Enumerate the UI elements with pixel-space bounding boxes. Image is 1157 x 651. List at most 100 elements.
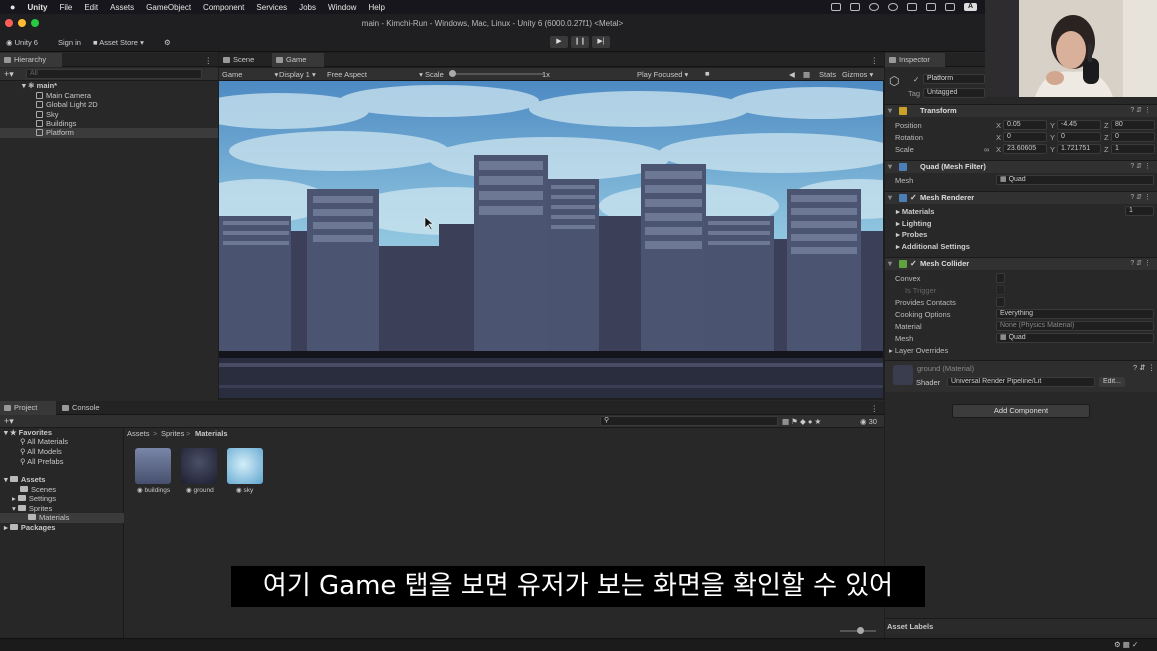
step-button[interactable]: ▶|: [592, 36, 610, 48]
status-icons[interactable]: ⚙ ▦ ✓: [1114, 640, 1138, 649]
component-menu-icons[interactable]: ? ⇵ ⋮: [1130, 258, 1151, 270]
hierarchy-search-input[interactable]: All: [26, 69, 202, 79]
project-search-input[interactable]: ⚲: [600, 416, 778, 426]
scale-slider[interactable]: [449, 70, 544, 77]
collider-mesh-field[interactable]: ▦ Quad: [996, 333, 1154, 343]
scale-x-field[interactable]: 23.60605: [1003, 144, 1047, 154]
screen-icon[interactable]: [831, 3, 841, 11]
component-menu-icons[interactable]: ? ⇵ ⋮: [1130, 105, 1151, 117]
audio-icon[interactable]: ◀: [789, 70, 795, 79]
transform-header[interactable]: ▾ Transform ? ⇵ ⋮: [885, 104, 1157, 117]
panel-menu-icon[interactable]: ⋮: [205, 56, 213, 65]
tag-dropdown[interactable]: Untagged: [923, 88, 985, 98]
tab-project[interactable]: Project: [0, 401, 56, 415]
breadcrumb-materials[interactable]: Materials: [195, 429, 228, 438]
menu-edit[interactable]: Edit: [84, 3, 98, 12]
lighting-foldout[interactable]: ▸ Lighting: [896, 219, 931, 228]
mesh-renderer-header[interactable]: ▾ ✓ Mesh Renderer ? ⇵ ⋮: [885, 191, 1157, 204]
shader-dropdown[interactable]: Universal Render Pipeline/Lit: [947, 377, 1095, 387]
thumbnail-size-thumb[interactable]: [857, 627, 864, 634]
menu-app-unity[interactable]: Unity: [27, 3, 47, 12]
breadcrumb-assets[interactable]: Assets: [127, 429, 150, 438]
component-menu-icons[interactable]: ? ⇵ ⋮: [1130, 161, 1151, 173]
game-mode-dropdown[interactable]: Game ▾: [222, 70, 278, 79]
position-x-field[interactable]: 0.05: [1003, 120, 1047, 130]
enabled-checkbox[interactable]: ✓: [910, 258, 917, 270]
tab-scene[interactable]: Scene: [219, 53, 271, 67]
tab-console[interactable]: Console: [58, 401, 114, 415]
tab-inspector[interactable]: Inspector: [885, 53, 945, 67]
probes-foldout[interactable]: ▸ Probes: [896, 230, 927, 239]
display-dropdown[interactable]: Display 1 ▾: [279, 70, 316, 79]
stats-button[interactable]: Stats: [819, 70, 836, 79]
play-focused-dropdown[interactable]: Play Focused ▾: [637, 70, 688, 79]
material-thumb-buildings[interactable]: [135, 448, 171, 484]
project-filter-icons[interactable]: ▦ ⚑ ◆ ● ★: [782, 417, 821, 426]
panel-menu-icon[interactable]: ⋮: [871, 404, 879, 413]
constrain-proportions-icon[interactable]: ∞: [984, 145, 989, 154]
aspect-dropdown[interactable]: Free Aspect ▾: [327, 70, 423, 79]
packages-foldout[interactable]: ▸ Packages: [4, 523, 55, 532]
scale-y-field[interactable]: 1.721751: [1057, 144, 1101, 154]
menu-window[interactable]: Window: [328, 3, 356, 12]
is-trigger-checkbox[interactable]: [996, 285, 1005, 295]
panel-menu-icon[interactable]: ⋮: [871, 56, 879, 65]
tab-hierarchy[interactable]: Hierarchy: [0, 53, 62, 67]
material-label-ground[interactable]: ◉ ground: [186, 486, 214, 494]
sign-in-button[interactable]: Sign in: [58, 38, 81, 47]
folder-scenes[interactable]: Scenes: [20, 485, 56, 494]
minimize-window-icon[interactable]: [18, 19, 26, 27]
convex-checkbox[interactable]: [996, 273, 1005, 283]
add-object-button[interactable]: +▾: [4, 69, 14, 80]
hierarchy-item-platform[interactable]: Platform: [0, 128, 218, 138]
thumbnail-size-slider[interactable]: [840, 627, 876, 634]
grid-icon[interactable]: ▦: [803, 70, 810, 79]
bluetooth-icon[interactable]: [945, 3, 955, 11]
fav-all-models[interactable]: ⚲ All Models: [20, 447, 62, 456]
material-label-buildings[interactable]: ◉ buildings: [137, 486, 170, 494]
add-component-button[interactable]: Add Component: [952, 404, 1090, 418]
hierarchy-item-sky[interactable]: Sky: [36, 110, 59, 119]
record-icon[interactable]: [888, 3, 898, 11]
position-y-field[interactable]: -4.45: [1057, 120, 1101, 130]
menu-gameobject[interactable]: GameObject: [146, 3, 191, 12]
mute-toggle-icon[interactable]: ■: [705, 69, 710, 78]
unity-account-button[interactable]: ◉ Unity 6: [6, 38, 38, 47]
folder-settings[interactable]: ▸ Settings: [12, 494, 56, 503]
rotation-x-field[interactable]: 0: [1003, 132, 1047, 142]
material-menu-icons[interactable]: ? ⇵ ⋮: [1133, 363, 1155, 372]
favorites-foldout[interactable]: ▾ ★ Favorites: [4, 428, 52, 437]
materials-count-field[interactable]: 1: [1125, 206, 1154, 216]
foldout-arrow-icon[interactable]: ▾: [888, 192, 892, 204]
creative-cloud-icon[interactable]: [869, 3, 879, 11]
menu-component[interactable]: Component: [203, 3, 244, 12]
object-name-field[interactable]: Platform: [923, 74, 985, 84]
physics-material-field[interactable]: None (Physics Material): [996, 321, 1154, 331]
component-menu-icons[interactable]: ? ⇵ ⋮: [1130, 192, 1151, 204]
apple-icon[interactable]: ●: [10, 2, 15, 12]
cooking-options-dropdown[interactable]: Everything: [996, 309, 1154, 319]
fav-all-materials[interactable]: ⚲ All Materials: [20, 437, 68, 446]
assets-foldout[interactable]: ▾ Assets: [4, 475, 45, 484]
hierarchy-item-main-camera[interactable]: Main Camera: [36, 91, 91, 100]
folder-materials[interactable]: Materials: [0, 513, 124, 523]
scale-slider-thumb[interactable]: [449, 70, 456, 77]
settings-icon[interactable]: ⚙: [164, 38, 171, 47]
material-thumb-ground[interactable]: [181, 448, 217, 484]
rotation-y-field[interactable]: 0: [1057, 132, 1101, 142]
asset-store-button[interactable]: ■ Asset Store ▾: [93, 38, 144, 47]
zoom-window-icon[interactable]: [31, 19, 39, 27]
menu-file[interactable]: File: [59, 3, 72, 12]
breadcrumb-sprites[interactable]: Sprites: [161, 429, 184, 438]
additional-settings-foldout[interactable]: ▸ Additional Settings: [896, 242, 970, 251]
menu-jobs[interactable]: Jobs: [299, 3, 316, 12]
position-z-field[interactable]: 80: [1111, 120, 1155, 130]
mesh-filter-header[interactable]: ▾ Quad (Mesh Filter) ? ⇵ ⋮: [885, 160, 1157, 173]
menu-services[interactable]: Services: [256, 3, 287, 12]
foldout-arrow-icon[interactable]: ▾: [888, 258, 892, 270]
rotation-z-field[interactable]: 0: [1111, 132, 1155, 142]
folder-sprites[interactable]: ▾ Sprites: [12, 504, 52, 513]
fav-all-prefabs[interactable]: ⚲ All Prefabs: [20, 457, 63, 466]
scale-z-field[interactable]: 1: [1111, 144, 1155, 154]
gizmos-button[interactable]: Gizmos ▾: [842, 70, 873, 79]
